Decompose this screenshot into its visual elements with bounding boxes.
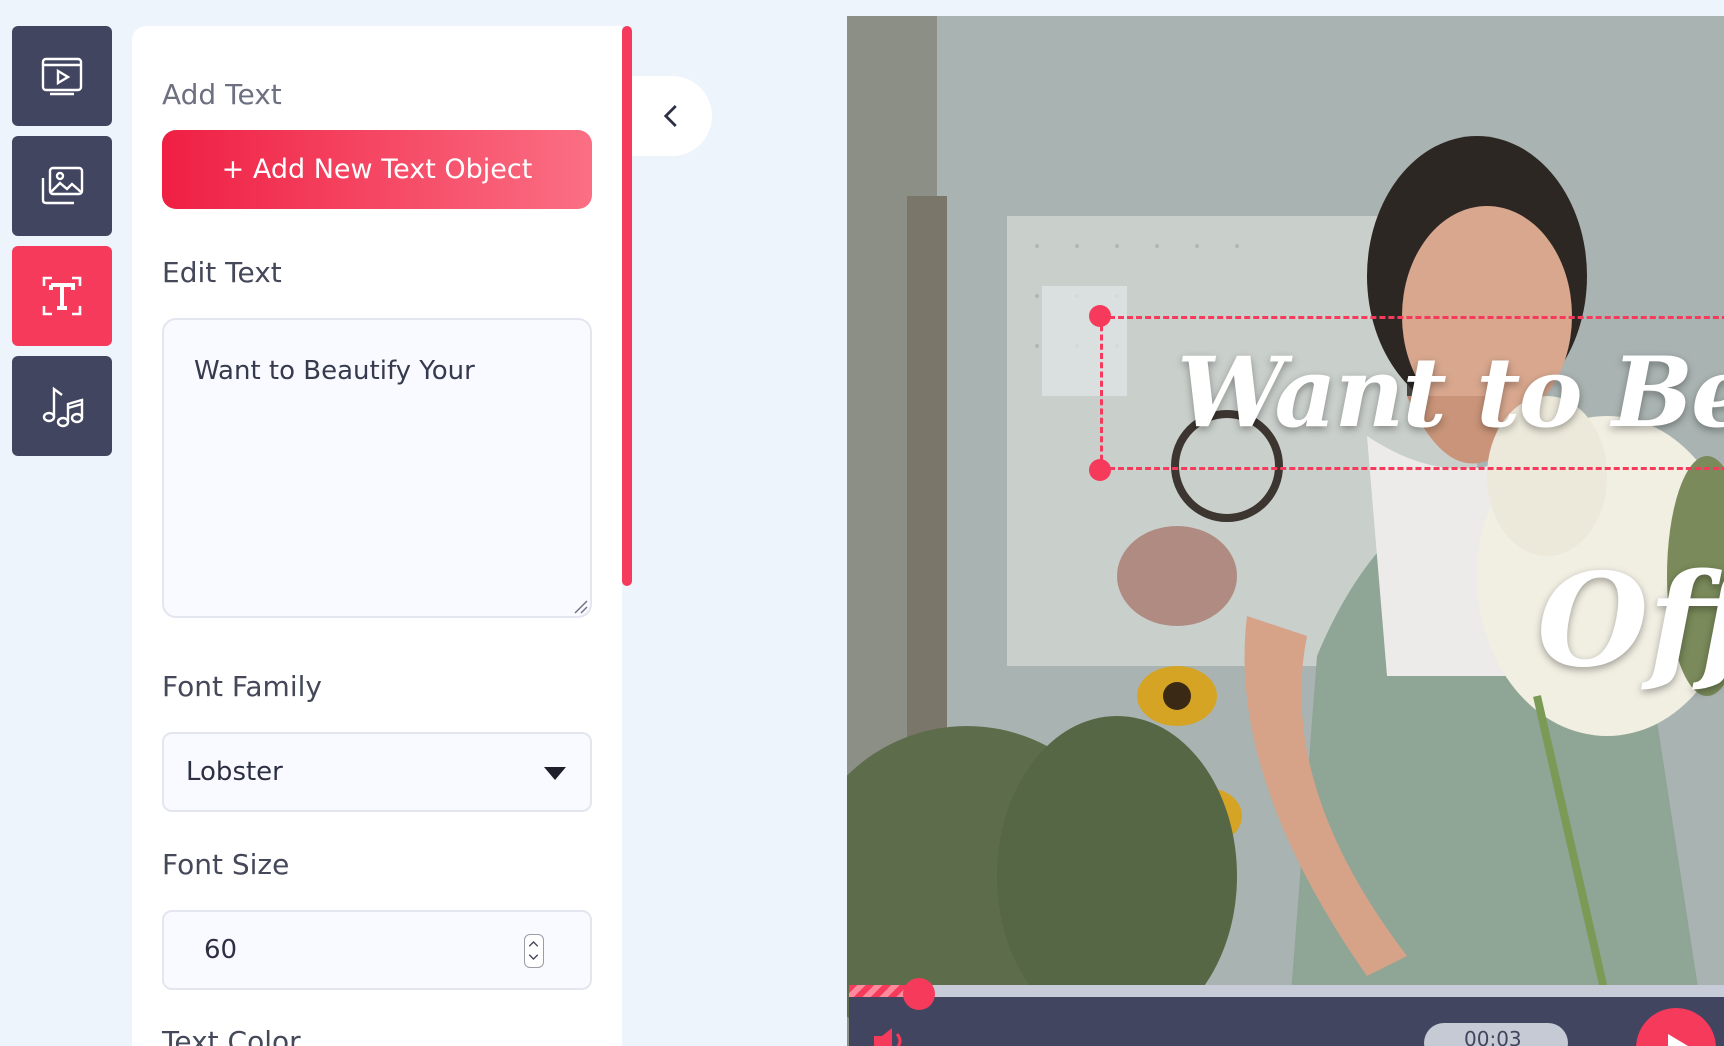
music-icon (42, 386, 84, 428)
edit-text-heading: Edit Text (162, 256, 282, 289)
font-size-value: 60 (204, 935, 238, 965)
panel-scrollbar[interactable] (622, 26, 632, 586)
resize-handle-top-left[interactable] (1089, 305, 1111, 327)
progress-track[interactable] (849, 985, 1724, 997)
music-tool-button[interactable] (12, 356, 112, 456)
add-text-heading: Add Text (162, 78, 282, 111)
font-size-stepper[interactable] (524, 934, 544, 968)
stepper-arrows-icon (528, 941, 539, 960)
volume-icon[interactable] (870, 1026, 910, 1046)
edit-text-input[interactable] (162, 318, 592, 618)
chevron-left-icon (663, 105, 677, 127)
font-size-input[interactable]: 60 (162, 910, 592, 990)
add-text-object-button[interactable]: + Add New Text Object (162, 130, 592, 209)
progress-scrubber-handle[interactable] (903, 978, 935, 1010)
resize-handle-bottom-left[interactable] (1089, 459, 1111, 481)
tool-rail (12, 26, 112, 466)
text-icon (42, 276, 82, 316)
font-family-value: Lobster (186, 757, 283, 787)
video-icon (41, 57, 83, 96)
player-controls-bar (849, 990, 1724, 1046)
video-frame-image (847, 16, 1724, 1046)
images-icon (41, 166, 84, 205)
video-preview[interactable]: Want to Bea Off (847, 16, 1724, 1046)
video-tool-button[interactable] (12, 26, 112, 126)
font-family-heading: Font Family (162, 670, 322, 703)
collapse-panel-button[interactable] (632, 76, 712, 156)
font-size-heading: Font Size (162, 848, 290, 881)
text-color-heading: Text Color (162, 1025, 301, 1046)
resize-grip-icon[interactable] (572, 598, 588, 614)
font-family-select[interactable]: Lobster (162, 732, 592, 812)
overlay-text-line-2[interactable]: Off (1537, 546, 1724, 696)
image-tool-button[interactable] (12, 136, 112, 236)
time-display: 00:03 (1424, 1023, 1568, 1046)
text-selection-box[interactable] (1100, 316, 1724, 470)
chevron-down-icon (544, 767, 566, 780)
text-tool-button[interactable] (12, 246, 112, 346)
